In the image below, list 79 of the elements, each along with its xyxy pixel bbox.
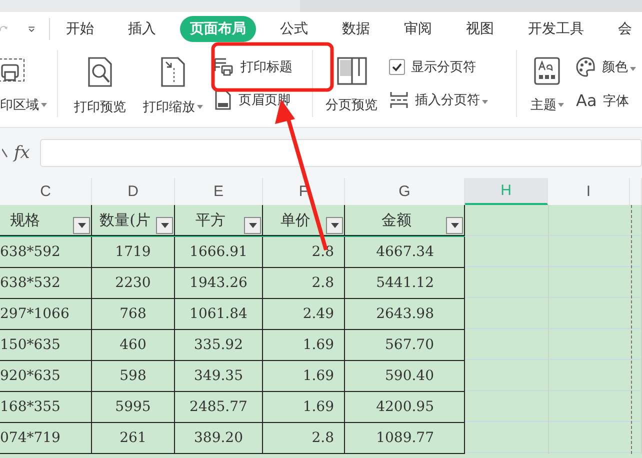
table-cell: 1061.84	[175, 299, 263, 330]
theme-button[interactable]: 主题	[524, 50, 570, 127]
table-cell: 5995	[92, 392, 175, 423]
table-cell: 2.8	[263, 268, 345, 299]
table-cell: 1666.91	[175, 237, 263, 268]
table-cell: 1719	[92, 237, 175, 268]
filter-dropdown[interactable]	[446, 217, 463, 234]
table-cell: 1.69	[263, 330, 345, 361]
insert-page-break-button[interactable]: 插入分页符	[389, 91, 498, 110]
theme-icon	[533, 56, 562, 86]
fonts-button[interactable]: Aa 字体	[576, 91, 636, 110]
table-cell: 2.8	[263, 423, 345, 454]
table-cell: 2643.98	[345, 299, 465, 330]
print-area-button[interactable]: 印区域	[0, 50, 48, 127]
print-preview-button[interactable]: 打印预览	[68, 50, 132, 127]
table-cell: 1.69	[263, 392, 345, 423]
table-cell: 150*635	[0, 330, 92, 361]
table-cell: 638*532	[0, 268, 92, 299]
table-cell: 4667.34	[345, 237, 465, 268]
table-cell: 768	[92, 299, 175, 330]
ribbon-tab[interactable]: 会	[608, 16, 642, 42]
column-header[interactable]: E	[175, 178, 263, 205]
table-cell: 2.8	[263, 237, 345, 268]
filter-dropdown[interactable]	[326, 217, 343, 234]
ribbon-tab[interactable]: 视图	[456, 16, 504, 42]
table-cell: 4200.95	[345, 392, 465, 423]
colors-button[interactable]: 颜色	[576, 57, 636, 77]
header-text: 平方	[196, 210, 226, 230]
table-cell: 335.92	[175, 330, 263, 361]
table-cell: 5441.12	[345, 268, 465, 299]
table-cell: 460	[92, 330, 175, 361]
filter-dropdown[interactable]	[73, 217, 90, 234]
page-break-icon	[389, 91, 410, 110]
table-cell: 2485.77	[175, 392, 263, 423]
table-cell: 1089.77	[345, 423, 465, 454]
column-header[interactable]: C	[0, 178, 92, 205]
table-cell: 168*355	[0, 392, 92, 423]
column-header[interactable]: I	[548, 178, 630, 205]
check-icon	[391, 60, 404, 73]
column-header[interactable]: D	[92, 178, 175, 205]
function-label[interactable]: fx	[14, 143, 30, 163]
print-titles-button[interactable]: 打印标题	[214, 56, 300, 77]
page-break-preview-button[interactable]: 分页预览	[320, 50, 384, 127]
header-text: 规格	[10, 210, 40, 230]
dropdown-icon[interactable]	[28, 24, 36, 34]
table-cell: 638*592	[0, 237, 92, 268]
table-cell: 261	[92, 423, 175, 454]
formula-input[interactable]	[40, 139, 642, 167]
table-cell: 074*719	[0, 423, 92, 454]
table-cell: 1.69	[263, 361, 345, 392]
table-printer-icon	[214, 56, 234, 77]
filter-dropdown[interactable]	[244, 217, 261, 234]
print-scale-button[interactable]: 打印缩放	[137, 50, 208, 127]
chevron-icon	[2, 148, 8, 158]
table-cell: 598	[92, 361, 175, 392]
header-text: 单价	[280, 210, 310, 230]
ribbon-tab[interactable]: 公式	[270, 16, 318, 42]
ribbon-tab[interactable]: 数据	[332, 16, 380, 42]
header-text: 金额	[382, 210, 412, 230]
table-cell: 389.20	[175, 423, 263, 454]
table-cell: 567.70	[345, 330, 465, 361]
table-cell: 349.35	[175, 361, 263, 392]
ribbon-tab[interactable]: 开发工具	[518, 16, 594, 42]
table-cell: 920*635	[0, 361, 92, 392]
ribbon-tab[interactable]: 插入	[118, 16, 166, 42]
table-cell: 2.49	[263, 299, 345, 330]
table-cell: 297*1066	[0, 299, 92, 330]
columns-icon	[336, 56, 368, 86]
ribbon-tab[interactable]: 审阅	[394, 16, 442, 42]
show-page-breaks-checkbox[interactable]: 显示分页符	[389, 58, 498, 76]
header-text: 数量(片	[100, 210, 150, 230]
checkbox[interactable]	[389, 58, 406, 75]
table-cell: 590.40	[345, 361, 465, 392]
table-cell: 1943.26	[175, 268, 263, 299]
table-cell: 2230	[92, 268, 175, 299]
filter-dropdown[interactable]	[156, 217, 173, 234]
palette-icon	[576, 57, 596, 77]
page-icon	[214, 90, 232, 110]
ribbon-tab[interactable]: 开始	[56, 16, 104, 42]
